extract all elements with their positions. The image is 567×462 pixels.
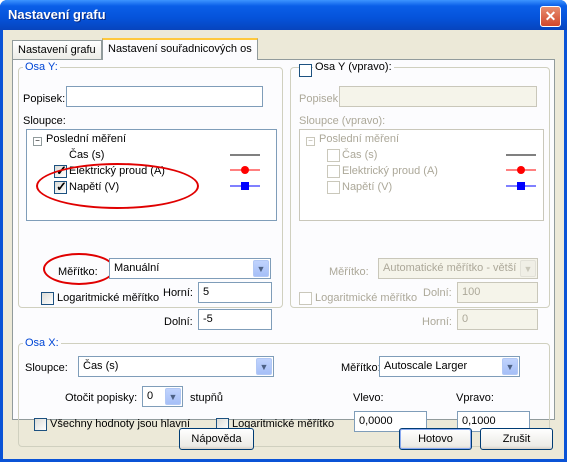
close-icon: ✕: [544, 8, 557, 24]
axis-x-rotate-value: 0: [147, 390, 154, 402]
axis-y-right-columns-caption: Sloupce (vpravo):: [299, 115, 386, 127]
axis-y-right-lower-input[interactable]: 100: [457, 282, 538, 303]
highlight-ellipse-scale: [43, 253, 115, 285]
axis-y-columns-caption: Sloupce:: [23, 115, 66, 127]
collapse-icon[interactable]: −: [306, 137, 315, 146]
axis-y-upper-label: Horní:: [163, 287, 193, 299]
close-button[interactable]: ✕: [540, 6, 561, 27]
axis-x-all-values-label: Všechny hodnoty jsou hlavní: [50, 418, 191, 430]
axis-y-right-scale-label: Měřítko:: [329, 266, 369, 278]
item-time-label: Čas (s): [69, 149, 105, 161]
axis-x-left-label: Vlevo:: [353, 392, 384, 404]
title-bar[interactable]: Nastavení grafu ✕: [0, 0, 567, 30]
tree-root-label: Poslední měření: [46, 133, 127, 145]
axis-x-legend: Osa X:: [23, 337, 61, 349]
axis-x-column-select[interactable]: Čas (s) ▼: [78, 356, 274, 377]
axis-y-right-upper-input[interactable]: 0: [457, 309, 538, 330]
axis-y-lower-input[interactable]: -5: [198, 309, 272, 330]
axis-y-scale-value: Manuální: [114, 262, 160, 274]
axis-x-scale-select[interactable]: Autoscale Larger ▼: [379, 356, 520, 377]
axis-y-label-caption: Popisek:: [23, 93, 66, 105]
axis-y-right-log-checkbox[interactable]: [299, 292, 312, 305]
chevron-down-icon[interactable]: ▼: [502, 358, 518, 375]
series-time-swatch: [506, 154, 536, 156]
item-voltage-label: Napětí (V): [342, 181, 393, 193]
series-current-swatch: [506, 166, 536, 174]
item-current-label: Elektrický proud (A): [342, 165, 438, 177]
cancel-button[interactable]: Zrušit: [480, 428, 553, 450]
axis-y-right-legend: Osa Y (vpravo):: [313, 61, 394, 73]
item-voltage-checkbox[interactable]: [327, 181, 340, 194]
series-time-swatch: [230, 154, 260, 156]
tab-graph-settings[interactable]: Nastavení grafu: [12, 40, 102, 60]
collapse-icon[interactable]: −: [33, 137, 42, 146]
axis-y-right-label-input[interactable]: [339, 86, 537, 107]
series-voltage-swatch: [230, 182, 260, 190]
series-voltage-swatch: [506, 182, 536, 190]
axis-y-right-lower-label: Dolní:: [423, 287, 452, 299]
axis-y-scale-select[interactable]: Manuální ▼: [109, 258, 271, 279]
axis-y-right-scale-value: Automatické měřítko - větší: [383, 262, 517, 274]
axis-x-rotate-unit: stupňů: [190, 392, 224, 404]
item-time-checkbox[interactable]: [54, 149, 67, 162]
axis-x-right-label: Vpravo:: [456, 392, 494, 404]
chevron-down-icon[interactable]: ▼: [256, 358, 272, 375]
ok-button[interactable]: Hotovo: [399, 428, 472, 450]
axis-y-right-label-caption: Popisek:: [299, 93, 342, 105]
axis-x-rotate-select[interactable]: 0 ▼: [142, 386, 183, 407]
dialog-client: Nastavení grafu Nastavení souřadnicových…: [3, 30, 564, 459]
axis-x-column-value: Čas (s): [83, 360, 119, 372]
highlight-ellipse-series: [36, 163, 199, 209]
axis-y-right-upper-label: Horní:: [422, 316, 452, 328]
item-time-checkbox[interactable]: [327, 149, 340, 162]
help-button[interactable]: Nápověda: [179, 428, 254, 450]
series-current-swatch: [230, 166, 260, 174]
axis-x-scale-label: Měřítko:: [341, 362, 381, 374]
axis-x-scale-value: Autoscale Larger: [384, 360, 468, 372]
axis-y-lower-label: Dolní:: [164, 316, 193, 328]
axis-y-right-columns-tree[interactable]: − Poslední měření Čas (s) Elektrický pro…: [299, 129, 544, 221]
axis-y-log-label: Logaritmické měřítko: [57, 292, 160, 304]
chevron-down-icon[interactable]: ▼: [165, 388, 181, 405]
axis-x-all-values-checkbox[interactable]: [34, 418, 47, 431]
dialog-window: Nastavení grafu ✕ Nastavení grafu Nastav…: [0, 0, 567, 462]
window-title: Nastavení grafu: [8, 7, 106, 22]
item-current-checkbox[interactable]: [327, 165, 340, 178]
axis-y-legend: Osa Y:: [23, 61, 60, 73]
tree-root-label: Poslední měření: [319, 133, 400, 145]
chevron-down-icon[interactable]: ▼: [253, 260, 269, 277]
axis-y-upper-input[interactable]: 5: [198, 282, 272, 303]
axis-x-rotate-label: Otočit popisky:: [65, 392, 138, 404]
tab-panel: Osa Y: Popisek: Sloupce: − Poslední měře…: [12, 59, 555, 447]
axis-y-right-scale-select[interactable]: Automatické měřítko - větší ▼: [378, 258, 538, 279]
axis-y-label-input[interactable]: [66, 86, 263, 107]
axis-y-right-checkbox[interactable]: [299, 64, 312, 77]
chevron-down-icon[interactable]: ▼: [520, 260, 536, 277]
axis-y-right-log-label: Logaritmické měřítko: [315, 292, 418, 304]
axis-y-log-checkbox[interactable]: [41, 292, 54, 305]
item-time-label: Čas (s): [342, 149, 378, 161]
axis-x-column-label: Sloupce:: [25, 362, 68, 374]
tab-axis-settings[interactable]: Nastavení souřadnicových os: [102, 38, 258, 60]
